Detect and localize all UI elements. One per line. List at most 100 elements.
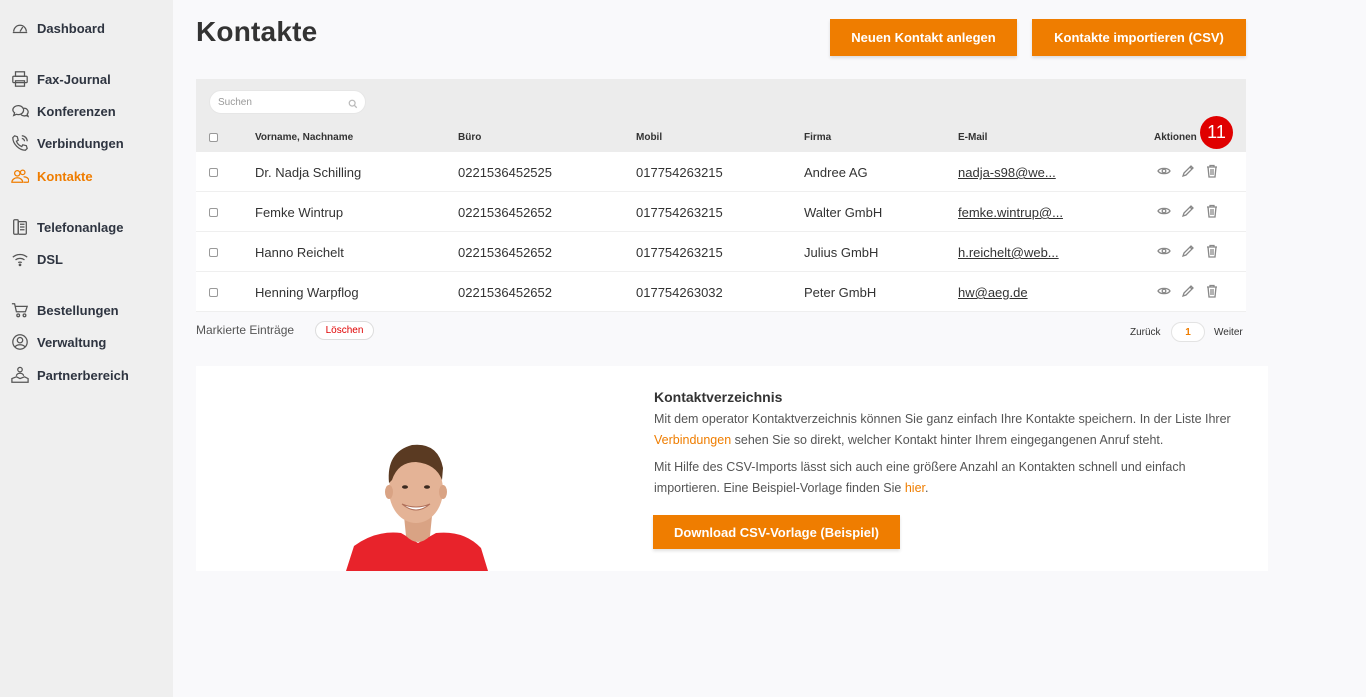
column-header-office[interactable]: Büro <box>458 132 481 143</box>
sidebar-item-label: Verwaltung <box>37 334 107 350</box>
info-title: Kontaktverzeichnis <box>654 389 783 405</box>
marked-entries-label: Markierte Einträge <box>196 323 295 337</box>
sidebar-item-dashboard[interactable]: Dashboard <box>10 18 105 38</box>
cell-mobile: 017754263215 <box>636 165 723 180</box>
phone-icon <box>10 133 30 153</box>
cell-email-link[interactable]: hw@aeg.de <box>958 285 1028 300</box>
table-toolbar: Vorname, Nachname Büro Mobil Firma E-Mai… <box>196 79 1246 152</box>
table-row: Dr. Nadja Schilling 0221536452525 017754… <box>196 152 1246 192</box>
contacts-table: Vorname, Nachname Büro Mobil Firma E-Mai… <box>196 79 1246 313</box>
sidebar-item-partnerbereich[interactable]: Partnerbereich <box>10 365 129 385</box>
table-row: Femke Wintrup 0221536452652 017754263215… <box>196 192 1246 232</box>
pagination-back-link[interactable]: Zurück <box>1130 327 1161 338</box>
sidebar-item-dsl[interactable]: DSL <box>10 249 63 269</box>
sidebar-item-label: Verbindungen <box>37 135 124 151</box>
sidebar-item-bestellungen[interactable]: Bestellungen <box>10 300 119 320</box>
pencil-icon[interactable] <box>1181 164 1195 178</box>
row-checkbox[interactable] <box>209 208 218 217</box>
cell-office: 0221536452652 <box>458 245 552 260</box>
sidebar-item-verwaltung[interactable]: Verwaltung <box>10 332 106 352</box>
sidebar-item-label: Dashboard <box>37 20 105 36</box>
sidebar-item-fax-journal[interactable]: Fax-Journal <box>10 69 111 89</box>
cell-mobile: 017754263032 <box>636 285 723 300</box>
info-paragraph-1: Mit dem operator Kontaktverzeichnis könn… <box>654 409 1244 451</box>
sidebar-item-verbindungen[interactable]: Verbindungen <box>10 133 124 153</box>
sidebar-item-label: Konferenzen <box>37 103 116 119</box>
cell-company: Julius GmbH <box>804 245 879 260</box>
column-header-name[interactable]: Vorname, Nachname <box>255 132 353 143</box>
trash-icon[interactable] <box>1205 244 1219 258</box>
pagination-current-page[interactable]: 1 <box>1171 322 1205 342</box>
column-header-mobile[interactable]: Mobil <box>636 132 662 143</box>
verbindungen-link[interactable]: Verbindungen <box>654 433 731 447</box>
info-text-segment: Mit dem operator Kontaktverzeichnis könn… <box>654 412 1231 426</box>
eye-icon[interactable] <box>1157 204 1171 218</box>
column-header-email[interactable]: E-Mail <box>958 132 987 143</box>
pencil-icon[interactable] <box>1181 204 1195 218</box>
cell-email-link[interactable]: femke.wintrup@... <box>958 205 1063 220</box>
sidebar-item-label: DSL <box>37 251 63 267</box>
cell-office: 0221536452525 <box>458 165 552 180</box>
trash-icon[interactable] <box>1205 164 1219 178</box>
trash-icon[interactable] <box>1205 284 1219 298</box>
partner-icon <box>10 365 30 385</box>
table-row: Henning Warpflog 0221536452652 017754263… <box>196 272 1246 312</box>
phone-system-icon <box>10 217 30 237</box>
info-paragraph-2: Mit Hilfe des CSV-Imports lässt sich auc… <box>654 457 1244 499</box>
info-text-segment: sehen Sie so direkt, welcher Kontakt hin… <box>731 433 1164 447</box>
page-title: Kontakte <box>196 16 318 47</box>
import-csv-button[interactable]: Kontakte importieren (CSV) <box>1032 19 1246 56</box>
eye-icon[interactable] <box>1157 284 1171 298</box>
cell-name: Henning Warpflog <box>255 285 359 300</box>
row-checkbox[interactable] <box>209 168 218 177</box>
sidebar-item-label: Kontakte <box>37 168 93 184</box>
sidebar-item-kontakte[interactable]: Kontakte <box>10 166 93 186</box>
select-all-checkbox[interactable] <box>209 133 218 142</box>
users-icon <box>10 166 30 186</box>
sidebar-item-label: Bestellungen <box>37 302 119 318</box>
info-text-segment: . <box>925 481 929 495</box>
cell-office: 0221536452652 <box>458 205 552 220</box>
cell-company: Walter GmbH <box>804 205 883 220</box>
search-input[interactable] <box>209 90 366 114</box>
eye-icon[interactable] <box>1157 164 1171 178</box>
new-contact-button[interactable]: Neuen Kontakt anlegen <box>830 19 1017 56</box>
cell-name: Femke Wintrup <box>255 205 344 220</box>
pagination-next-link[interactable]: Weiter <box>1214 327 1243 338</box>
pencil-icon[interactable] <box>1181 284 1195 298</box>
person-image <box>346 438 491 571</box>
cell-company: Andree AG <box>804 165 868 180</box>
download-csv-template-button[interactable]: Download CSV-Vorlage (Beispiel) <box>653 515 900 549</box>
cell-company: Peter GmbH <box>804 285 877 300</box>
pencil-icon[interactable] <box>1181 244 1195 258</box>
sidebar-item-telefonanlage[interactable]: Telefonanlage <box>10 217 123 237</box>
cart-icon <box>10 300 30 320</box>
chat-bubbles-icon <box>10 101 30 121</box>
search-icon[interactable] <box>348 96 360 109</box>
column-header-company[interactable]: Firma <box>804 132 831 143</box>
printer-icon <box>10 69 30 89</box>
row-checkbox[interactable] <box>209 248 218 257</box>
trash-icon[interactable] <box>1205 204 1219 218</box>
table-row: Hanno Reichelt 0221536452652 01775426321… <box>196 232 1246 272</box>
cell-mobile: 017754263215 <box>636 245 723 260</box>
sidebar-item-konferenzen[interactable]: Konferenzen <box>10 101 116 121</box>
delete-button[interactable]: Löschen <box>315 321 374 340</box>
user-circle-icon <box>10 332 30 352</box>
eye-icon[interactable] <box>1157 244 1171 258</box>
sidebar-item-label: Partnerbereich <box>37 367 129 383</box>
gauge-icon <box>10 18 30 38</box>
wifi-icon <box>10 249 30 269</box>
template-link[interactable]: hier <box>905 481 925 495</box>
sidebar-item-label: Telefonanlage <box>37 219 124 235</box>
row-checkbox[interactable] <box>209 288 218 297</box>
cell-email-link[interactable]: h.reichelt@web... <box>958 245 1059 260</box>
cell-name: Hanno Reichelt <box>255 245 344 260</box>
sidebar-item-label: Fax-Journal <box>37 71 111 87</box>
cell-email-link[interactable]: nadja-s98@we... <box>958 165 1056 180</box>
cell-office: 0221536452652 <box>458 285 552 300</box>
cell-mobile: 017754263215 <box>636 205 723 220</box>
sidebar: Dashboard Fax-Journal Konferenzen Verbin… <box>0 0 173 697</box>
count-badge: 11 <box>1200 116 1233 149</box>
column-header-actions: Aktionen <box>1154 132 1197 143</box>
